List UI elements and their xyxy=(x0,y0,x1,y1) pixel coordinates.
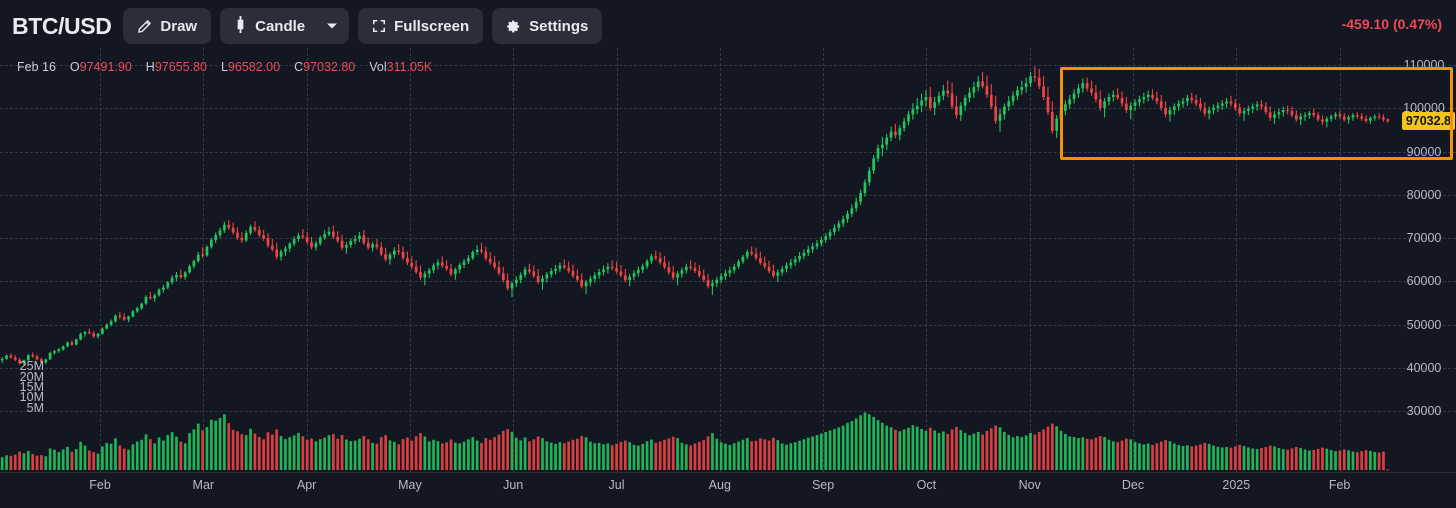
ohlc-legend: Feb 16 O97491.90 H97655.80 L96582.00 C97… xyxy=(17,60,432,74)
fullscreen-button-label: Fullscreen xyxy=(394,17,470,35)
ohlc-open: O97491.90 xyxy=(69,60,132,74)
candle-type-group: Candle xyxy=(220,8,350,44)
ohlc-low: L96582.00 xyxy=(220,60,281,74)
price-tick-label: 70000 xyxy=(1406,231,1442,246)
fullscreen-button[interactable]: Fullscreen xyxy=(358,8,484,44)
price-tick-label: 50000 xyxy=(1406,317,1442,332)
time-tick-label: Oct xyxy=(916,478,937,492)
time-tick-label: May xyxy=(398,478,422,492)
time-tick-label: 2025 xyxy=(1222,478,1251,492)
time-tick-label: Aug xyxy=(708,478,731,492)
volume-axis: 25M 20M 15M 10M 5M xyxy=(0,48,46,472)
time-tick-label: Jul xyxy=(608,478,625,492)
candle-type-label: Candle xyxy=(255,17,306,35)
time-tick-label: Dec xyxy=(1121,478,1145,492)
price-axis[interactable]: 110000 100000 90000 80000 70000 60000 50000 400… xyxy=(1390,48,1456,472)
settings-button-label: Settings xyxy=(529,17,589,35)
candlestick-icon xyxy=(234,15,247,37)
price-tick-label: 40000 xyxy=(1406,361,1442,376)
fullscreen-icon xyxy=(372,19,386,33)
draw-button[interactable]: Draw xyxy=(123,8,212,44)
time-tick-label: Mar xyxy=(192,478,215,492)
time-tick-label: Jun xyxy=(503,478,524,492)
price-tick-label: 90000 xyxy=(1406,144,1442,159)
gear-icon xyxy=(506,19,521,34)
ohlc-close: C97032.80 xyxy=(294,60,356,74)
time-axis[interactable]: Feb Mar Apr May Jun Jul Aug Sep Oct Nov Dec 2025 Feb xyxy=(0,472,1456,508)
chart-app: BTC/USD Draw Candle Fullscreen Settings … xyxy=(0,0,1456,508)
price-and-volume-series xyxy=(0,66,1390,471)
time-tick-label: Sep xyxy=(811,478,835,492)
settings-button[interactable]: Settings xyxy=(492,8,603,44)
pencil-icon xyxy=(137,19,152,34)
ohlc-volume: Vol311.05K xyxy=(369,60,433,74)
draw-button-label: Draw xyxy=(160,17,198,35)
time-tick-label: Feb xyxy=(89,478,111,492)
time-tick-label: Feb xyxy=(1328,478,1351,492)
time-tick-label: Nov xyxy=(1018,478,1041,492)
price-tick-label: 30000 xyxy=(1406,404,1442,419)
price-tick-label: 110000 xyxy=(1403,57,1445,72)
chart-canvas-area[interactable] xyxy=(0,48,1456,472)
ohlc-high: H97655.80 xyxy=(145,60,207,74)
candlestick-plot xyxy=(0,48,1390,472)
candle-dropdown-toggle[interactable] xyxy=(315,8,349,44)
symbol-title: BTC/USD xyxy=(12,12,112,39)
volume-tick-label: 5M xyxy=(26,400,44,415)
candle-type-button[interactable]: Candle xyxy=(220,8,315,44)
toolbar: BTC/USD Draw Candle Fullscreen Settings … xyxy=(0,0,1456,52)
price-tick-label: 80000 xyxy=(1406,187,1442,202)
ohlc-date: Feb 16 xyxy=(17,60,56,74)
current-price-tag: 97032.8 xyxy=(1401,112,1455,131)
price-change-badge: -459.10 (0.47%) xyxy=(1341,16,1442,32)
chevron-down-icon xyxy=(326,17,338,35)
price-tick-label: 60000 xyxy=(1406,274,1442,289)
time-tick-label: Apr xyxy=(296,478,317,492)
